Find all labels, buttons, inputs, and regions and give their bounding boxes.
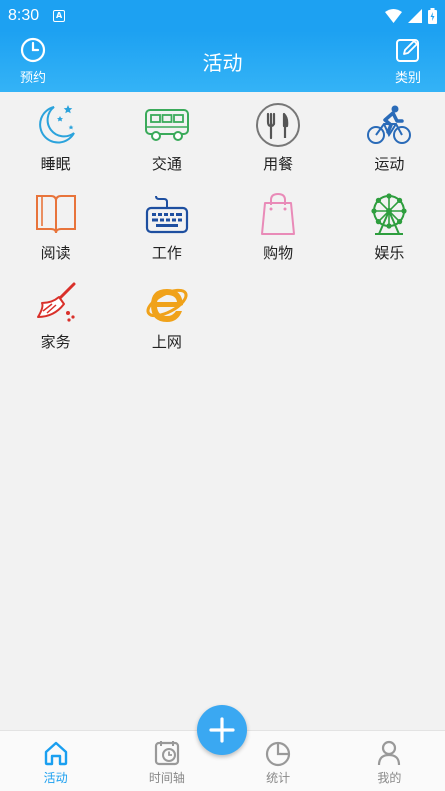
category-transport[interactable]: 交通 [111, 92, 222, 181]
ferris-wheel-icon [371, 193, 407, 235]
fork-knife-icon [256, 103, 301, 147]
category-housework[interactable]: 家务 [0, 270, 111, 359]
category-label: 娱乐 [374, 244, 405, 262]
category-reading[interactable]: 阅读 [0, 181, 111, 270]
category-shopping[interactable]: 购物 [223, 181, 334, 270]
edit-icon [396, 39, 419, 62]
wifi-icon [385, 8, 402, 23]
plus-icon [209, 717, 235, 743]
category-label: 阅读 [40, 244, 71, 262]
tab-activity[interactable]: 活动 [0, 731, 111, 791]
tab-label: 我的 [377, 771, 402, 785]
category-internet[interactable]: 上网 [111, 270, 222, 359]
category-label: 购物 [263, 244, 294, 262]
status-icons [385, 7, 437, 24]
keyboard-icon [145, 195, 188, 234]
status-bar: 8:30 A [0, 0, 445, 31]
notification-icon: A [53, 9, 66, 22]
bicycle-icon [367, 105, 412, 144]
bus-icon [144, 109, 189, 141]
category-label: 用餐 [263, 155, 294, 173]
internet-explorer-icon [146, 288, 188, 322]
home-icon [44, 741, 67, 766]
signal-icon [408, 8, 422, 23]
timeline-icon [154, 741, 179, 766]
category-label: 睡眠 [40, 155, 71, 173]
book-icon [35, 195, 76, 234]
tab-label: 活动 [43, 771, 68, 785]
category-label: 家务 [40, 333, 71, 351]
shopping-bag-icon [261, 192, 296, 235]
category-label: 类别 [394, 71, 421, 86]
user-icon [378, 740, 401, 766]
category-sleep[interactable]: 睡眠 [0, 92, 111, 181]
category-label: 运动 [374, 155, 405, 173]
tab-label: 时间轴 [148, 771, 185, 785]
status-time: 8:30 [8, 6, 40, 24]
category-dining[interactable]: 用餐 [223, 92, 334, 181]
page-title: 活动 [202, 51, 243, 75]
category-entertainment[interactable]: 娱乐 [334, 181, 445, 270]
add-activity-button[interactable] [197, 705, 247, 755]
tab-label: 统计 [266, 771, 291, 785]
app-bar: 预约 活动 类别 [0, 31, 445, 92]
category-label: 交通 [151, 155, 182, 173]
activity-grid: 睡眠 交通 用餐 运动 阅读 工作 购物 娱乐 家务 上网 [0, 92, 445, 359]
moon-stars-icon [38, 105, 75, 144]
category-label: 工作 [151, 244, 182, 262]
category-work[interactable]: 工作 [111, 181, 222, 270]
category-sports[interactable]: 运动 [334, 92, 445, 181]
category-button[interactable]: 类别 [383, 37, 433, 86]
battery-icon [428, 7, 437, 24]
tab-mine[interactable]: 我的 [334, 731, 445, 791]
broom-icon [36, 282, 76, 322]
pie-chart-icon [266, 741, 291, 767]
category-label: 上网 [151, 333, 182, 351]
